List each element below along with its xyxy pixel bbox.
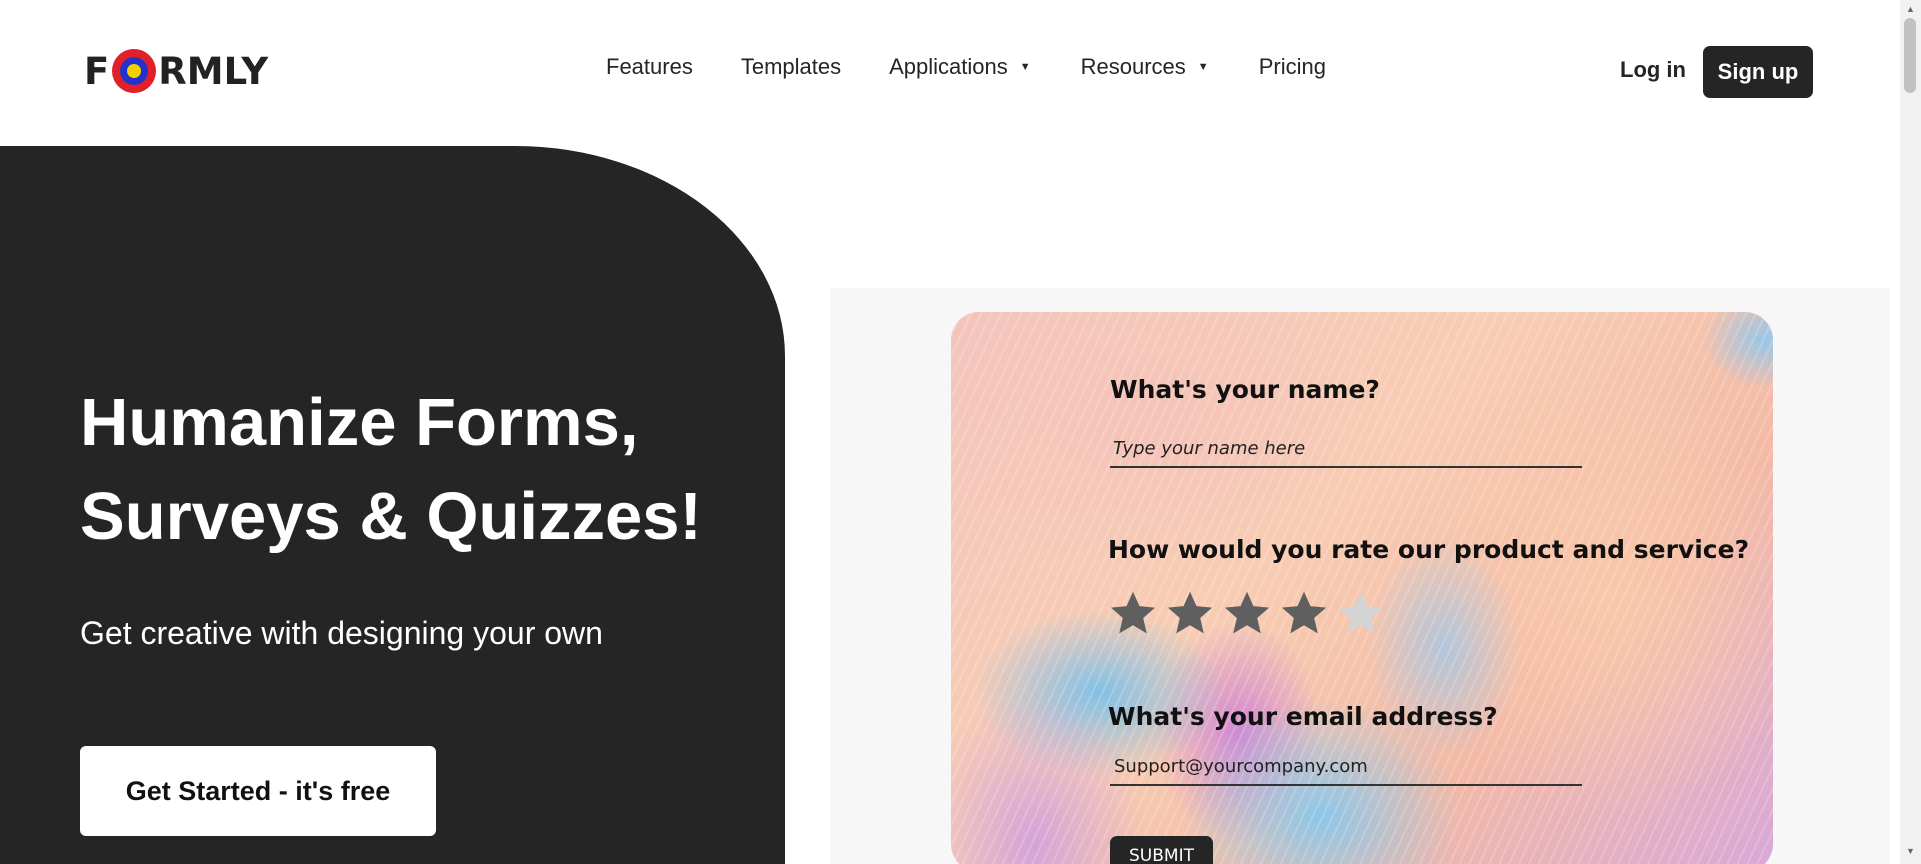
caret-down-icon: ▼ [1197,61,1209,73]
logo-letter-f: F [84,49,110,93]
star-icon[interactable] [1165,588,1215,638]
star-icon[interactable] [1336,588,1386,638]
star-icon[interactable] [1108,588,1158,638]
question-rating: How would you rate our product and servi… [1108,535,1750,564]
hero-title-line1: Humanize Forms, [80,385,639,460]
nav-pricing[interactable]: Pricing [1259,54,1326,80]
main-nav: Features Templates Applications ▼ Resour… [606,54,1326,80]
nav-resources-label: Resources [1080,54,1186,79]
page-scrollbar[interactable]: ▲ ▼ [1900,0,1921,864]
scroll-up-icon[interactable]: ▲ [1906,4,1915,14]
nav-pricing-label: Pricing [1258,54,1326,79]
hero-title: Humanize Forms, Surveys & Quizzes! [80,376,720,564]
scroll-down-icon[interactable]: ▼ [1906,846,1915,856]
nav-templates-label: Templates [740,54,842,79]
question-name: What's your name? [1110,375,1380,404]
nav-templates[interactable]: Templates [741,54,841,80]
formly-logo[interactable]: F RMLY [84,46,268,96]
nav-features-label: Features [606,54,693,79]
submit-button[interactable]: SUBMIT [1110,836,1213,864]
nav-features[interactable]: Features [606,54,693,80]
name-input[interactable]: Type your name here [1110,438,1582,468]
nav-applications-label: Applications [889,54,1008,79]
signup-button[interactable]: Sign up [1703,46,1813,98]
nav-applications[interactable]: Applications ▼ [889,54,1031,80]
caret-down-icon: ▼ [1019,61,1031,73]
login-link[interactable]: Log in [1620,57,1686,83]
logo-ring-icon [112,49,157,93]
scroll-thumb[interactable] [1904,18,1916,93]
star-icon[interactable] [1222,588,1272,638]
question-email: What's your email address? [1108,702,1498,731]
star-rating [1108,588,1393,638]
email-input[interactable]: Support@yourcompany.com [1110,756,1582,786]
site-header: F RMLY Features Templates Applications ▼… [0,0,1900,140]
hero-subtitle: Get creative with designing your own [80,615,603,651]
logo-letters-rmly: RMLY [158,49,269,93]
nav-resources[interactable]: Resources ▼ [1081,54,1209,80]
get-started-button[interactable]: Get Started - it's free [80,746,436,836]
star-icon[interactable] [1279,588,1329,638]
hero-title-line2: Surveys & Quizzes! [80,479,702,554]
